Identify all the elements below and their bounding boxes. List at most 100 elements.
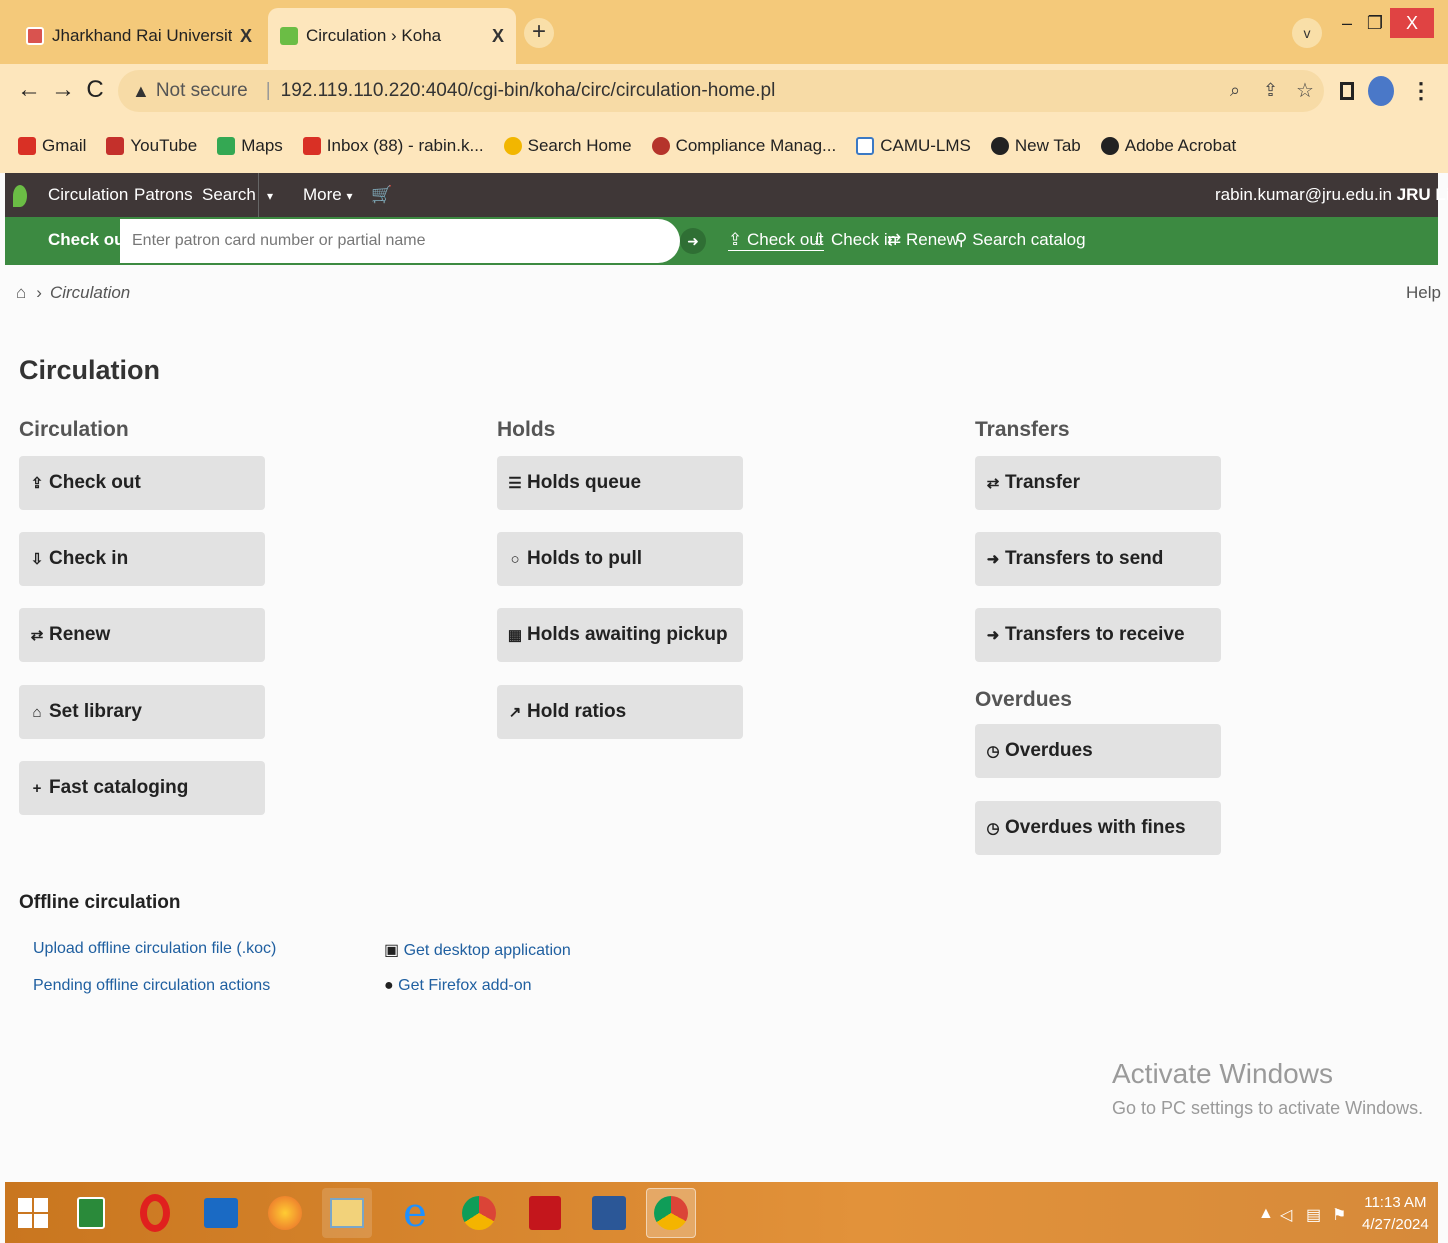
nav-circulation[interactable]: Circulation	[48, 185, 128, 205]
network-icon[interactable]: ▤	[1306, 1205, 1321, 1225]
gmail-icon	[18, 137, 36, 155]
address-bar[interactable]: ▲ Not secure | 192.119.110.220:4040/cgi-…	[118, 70, 1324, 112]
outlook-icon[interactable]	[196, 1188, 246, 1238]
retweet-icon: ⇄	[30, 627, 44, 644]
bookmark-search-home[interactable]: Search Home	[503, 136, 632, 156]
help-link[interactable]: Help	[1406, 283, 1441, 303]
transfer-button[interactable]: ⇄ Transfer	[975, 456, 1221, 510]
holds-awaiting-pickup-button[interactable]: ▦ Holds awaiting pickup	[497, 608, 743, 662]
acrobat-icon[interactable]	[520, 1188, 570, 1238]
bookmark-gmail[interactable]: Gmail	[18, 136, 86, 156]
transfers-to-receive-button[interactable]: ➜ Transfers to receive	[975, 608, 1221, 662]
hold-ratios-button[interactable]: ↗ Hold ratios	[497, 685, 743, 739]
internet-explorer-icon[interactable]: e	[390, 1188, 440, 1238]
profile-avatar[interactable]	[1368, 76, 1394, 106]
cart-icon[interactable]: 🛒	[371, 185, 392, 205]
search-tab-checkin[interactable]: ⇩ Check in	[812, 230, 897, 250]
jru-favicon-icon	[26, 27, 44, 45]
camu-icon	[856, 137, 875, 155]
library-name: JRU Library	[1396, 185, 1448, 204]
bookmark-star-icon[interactable]: ☆	[1296, 78, 1314, 103]
volume-icon[interactable]: ◁	[1280, 1205, 1292, 1225]
button-label: Overdues with fines	[1005, 817, 1186, 838]
minimize-button[interactable]: –	[1332, 8, 1362, 38]
nav-search[interactable]: Search	[202, 185, 256, 205]
bookmarks-bar: Gmail YouTube Maps Inbox (88) - rabin.k.…	[0, 119, 1448, 173]
forward-button[interactable]: →	[48, 76, 78, 104]
bookmark-new-tab[interactable]: New Tab	[990, 136, 1081, 156]
chrome-icon[interactable]	[454, 1188, 504, 1238]
firefox-icon[interactable]	[260, 1188, 310, 1238]
url-text: 192.119.110.220:4040/cgi-bin/koha/circ/c…	[280, 80, 776, 101]
bookmark-label: Inbox (88) - rabin.k...	[326, 136, 484, 155]
overdues-button[interactable]: ◷ Overdues	[975, 724, 1221, 778]
checkin-button[interactable]: ⇩ Check in	[19, 532, 265, 586]
reload-button[interactable]: C	[80, 76, 110, 104]
taskbar-clock[interactable]: 11:13 AM 4/27/2024	[1362, 1192, 1429, 1236]
tab-close-icon[interactable]: X	[240, 26, 252, 47]
back-button[interactable]: ←	[14, 76, 44, 104]
watermark-title: Activate Windows	[1112, 1058, 1333, 1089]
user-menu[interactable]: rabin.kumar@jru.edu.in JRU Library ▾	[1215, 185, 1448, 205]
list-icon: ☰	[508, 475, 522, 492]
set-library-button[interactable]: ⌂ Set library	[19, 685, 265, 739]
overdues-with-fines-button[interactable]: ◷ Overdues with fines	[975, 801, 1221, 855]
nav-patrons[interactable]: Patrons	[134, 185, 193, 205]
bookmark-compliance[interactable]: Compliance Manag...	[651, 136, 837, 156]
search-tab-checkout[interactable]: ⇪ Check out	[728, 230, 824, 251]
activate-windows-watermark: Activate Windows Go to PC settings to ac…	[1112, 1058, 1423, 1119]
new-tab-button[interactable]: +	[524, 18, 554, 48]
submit-arrow-icon[interactable]: ➜	[680, 228, 706, 254]
fast-cataloging-button[interactable]: + Fast cataloging	[19, 761, 265, 815]
store-icon[interactable]	[66, 1188, 116, 1238]
close-window-button[interactable]: X	[1390, 8, 1434, 38]
menu-icon[interactable]: ⋮	[1410, 78, 1432, 104]
tray-expand-icon[interactable]: ▲	[1258, 1205, 1274, 1223]
youtube-icon	[106, 137, 125, 155]
renew-button[interactable]: ⇄ Renew	[19, 608, 265, 662]
opera-icon[interactable]	[130, 1188, 180, 1238]
side-panel-icon[interactable]	[1340, 82, 1354, 100]
button-label: Set library	[49, 701, 142, 722]
restore-button[interactable]: ❐	[1360, 8, 1390, 38]
checkout-button[interactable]: ⇪ Check out	[19, 456, 265, 510]
bookmark-maps[interactable]: Maps	[217, 136, 283, 156]
transfers-to-send-button[interactable]: ➜ Transfers to send	[975, 532, 1221, 586]
home-icon[interactable]: ⌂	[16, 283, 26, 303]
page-title: Circulation	[19, 355, 161, 385]
file-explorer-icon[interactable]	[322, 1188, 372, 1238]
tab-close-icon[interactable]: X	[492, 26, 504, 47]
nav-more[interactable]: More ▾	[303, 185, 353, 205]
bookmark-camu[interactable]: CAMU-LMS	[856, 136, 971, 156]
bookmark-adobe[interactable]: Adobe Acrobat	[1100, 136, 1236, 156]
holds-queue-button[interactable]: ☰ Holds queue	[497, 456, 743, 510]
calendar-icon: ▦	[507, 627, 523, 644]
search-tab-label: Renew	[905, 230, 959, 249]
search-tab-renew[interactable]: ⇄ Renew	[887, 230, 959, 250]
upload-offline-file-link[interactable]: Upload offline circulation file (.koc)	[33, 940, 276, 958]
bookmark-label: Compliance Manag...	[675, 136, 837, 155]
zoom-icon[interactable]: ⌕	[1230, 80, 1240, 101]
chrome-profile-icon[interactable]	[646, 1188, 696, 1238]
patron-search-input[interactable]	[120, 219, 680, 263]
start-icon[interactable]	[8, 1188, 58, 1238]
caret-down-icon[interactable]: ▾	[267, 189, 273, 203]
link-label: Get desktop application	[403, 942, 571, 959]
action-center-icon[interactable]: ⚑	[1332, 1205, 1346, 1225]
pending-offline-actions-link[interactable]: Pending offline circulation actions	[33, 977, 270, 995]
button-label: Overdues	[1005, 740, 1093, 761]
share-icon[interactable]: ⇪	[1263, 80, 1278, 101]
search-icon: ⚲	[955, 230, 968, 249]
search-tab-catalog[interactable]: ⚲ Search catalog	[955, 230, 1086, 250]
word-icon[interactable]	[584, 1188, 634, 1238]
bookmark-label: Maps	[241, 136, 283, 155]
tab-search-button[interactable]: v	[1292, 18, 1322, 48]
holds-to-pull-button[interactable]: ○ Holds to pull	[497, 532, 743, 586]
get-desktop-app-link[interactable]: ▣ Get desktop application	[384, 940, 571, 960]
browser-tab-koha[interactable]: Circulation › Koha X	[268, 8, 516, 64]
bookmark-youtube[interactable]: YouTube	[106, 136, 197, 156]
browser-tab-jru[interactable]: Jharkhand Rai University (JRU), R X	[14, 8, 264, 64]
download-icon: ⇩	[30, 551, 44, 568]
get-firefox-addon-link[interactable]: ● Get Firefox add-on	[384, 977, 532, 995]
bookmark-inbox[interactable]: Inbox (88) - rabin.k...	[302, 136, 484, 156]
